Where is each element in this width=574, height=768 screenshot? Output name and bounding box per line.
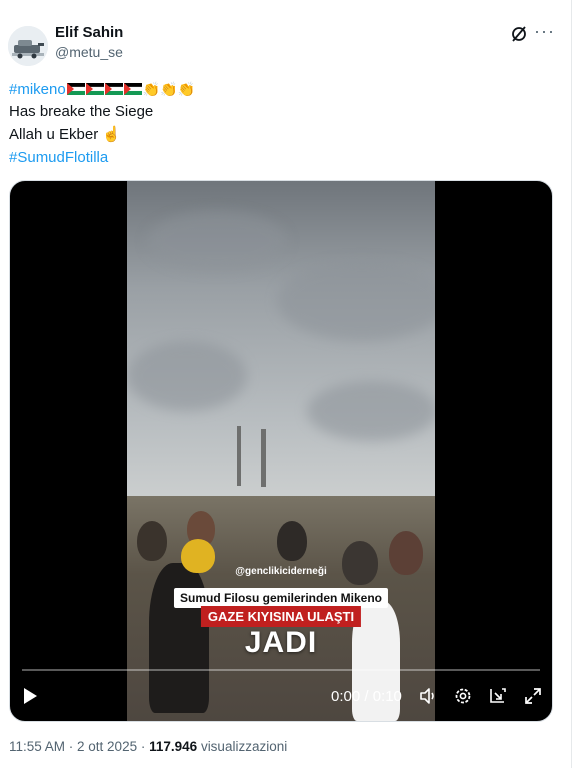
video-frame[interactable]: @genclikiciderneği Sumud Filosu gemileri… (127, 181, 435, 721)
palestine-flag (104, 83, 123, 95)
palestine-flag (85, 83, 104, 95)
views-count: 117.946 (149, 739, 198, 754)
pip-icon[interactable] (488, 686, 508, 706)
tweet-line-2: Has breake the Siege (9, 103, 154, 120)
fullscreen-icon[interactable] (523, 686, 543, 706)
tweet-text: #mikeno 👏👏👏 Has breake the Siege Allah u … (9, 78, 195, 170)
grok-icon[interactable] (509, 24, 529, 44)
avatar[interactable] (8, 26, 48, 66)
person (277, 521, 307, 561)
views-label: visualizzazioni (200, 739, 288, 754)
author-handle[interactable]: @metu_se (55, 44, 123, 60)
cloud (307, 381, 435, 441)
page-divider (571, 0, 572, 768)
person (137, 521, 167, 561)
cloud (127, 341, 247, 411)
person-cap (181, 539, 215, 573)
palestine-flag (123, 83, 142, 95)
video-caption-2: GAZE KIYISINA ULAŞTI (200, 606, 362, 627)
video-controls: 0:00 / 0:10 (10, 665, 552, 721)
tweet-line-3: Allah u Ekber (9, 126, 99, 143)
play-icon[interactable] (24, 688, 37, 704)
avatar-image (8, 26, 48, 66)
hashtag-mikeno[interactable]: #mikeno (9, 81, 66, 98)
tweet-meta: 11:55 AM · 2 ott 2025 · 117.946 visualiz… (9, 739, 287, 754)
video-player[interactable]: @genclikiciderneği Sumud Filosu gemileri… (9, 180, 553, 722)
antenna-tower (237, 426, 241, 486)
author-name[interactable]: Elif Sahin (55, 24, 123, 41)
cloud (147, 211, 287, 271)
pointing-finger: ☝ (102, 126, 122, 143)
volume-icon[interactable] (418, 686, 438, 706)
progress-bar[interactable] (22, 669, 540, 671)
settings-icon[interactable] (453, 686, 473, 706)
video-caption-3: JADI (244, 626, 318, 659)
more-icon[interactable]: ··· (534, 21, 555, 42)
video-caption-1: Sumud Filosu gemilerinden Mikeno (173, 588, 389, 608)
tweet-timestamp[interactable]: 11:55 AM · 2 ott 2025 · (9, 739, 145, 754)
palestine-flag (66, 83, 85, 95)
person (389, 531, 423, 575)
antenna-tower (261, 429, 266, 487)
hashtag-sumudflotilla[interactable]: #SumudFlotilla (9, 149, 108, 166)
video-watermark: @genclikiciderneği (235, 566, 327, 577)
person (342, 541, 378, 585)
cloud (277, 261, 435, 341)
video-time: 0:00 / 0:10 (331, 688, 402, 705)
clapping-hands: 👏👏👏 (142, 81, 195, 97)
